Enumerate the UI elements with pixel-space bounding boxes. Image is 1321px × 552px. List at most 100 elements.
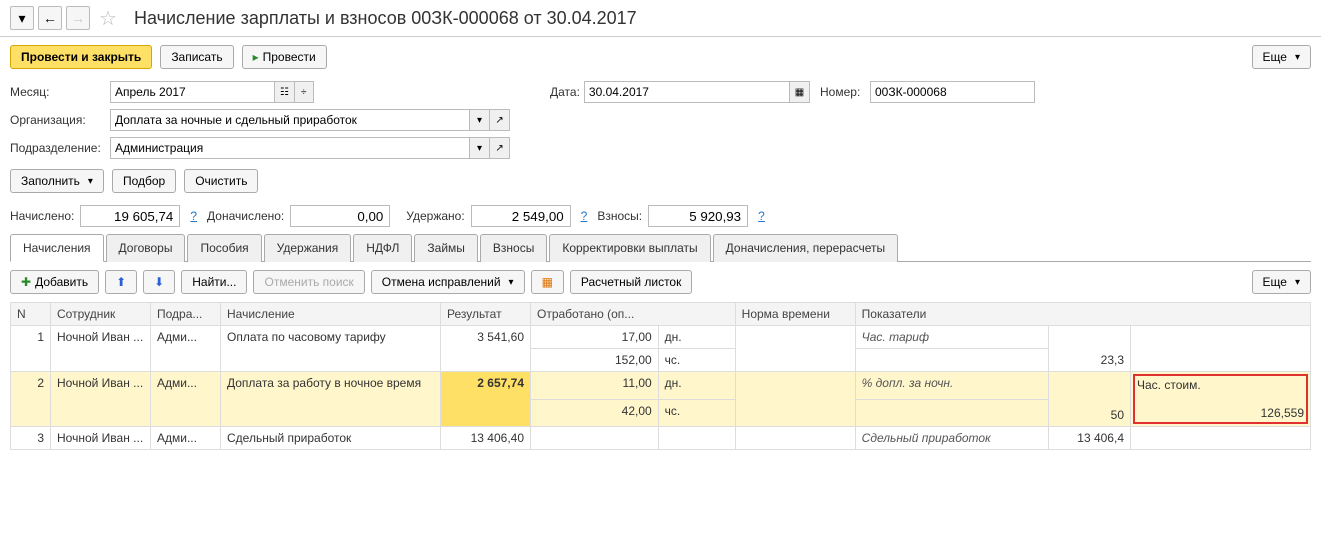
cell-norm xyxy=(735,372,855,427)
clear-button[interactable]: Очистить xyxy=(184,169,258,193)
col-worked[interactable]: Отработано (оп... xyxy=(531,303,736,326)
cell-accrual: Сдельный приработок xyxy=(221,427,441,450)
arrow-up-icon: ⬆ xyxy=(116,275,126,289)
col-n[interactable]: N xyxy=(11,303,51,326)
back-button[interactable]: ← xyxy=(38,6,62,30)
col-norm[interactable]: Норма времени xyxy=(735,303,855,326)
accruals-table: N Сотрудник Подра... Начисление Результа… xyxy=(10,302,1311,450)
more-button[interactable]: Еще xyxy=(1252,45,1311,69)
record-button[interactable]: Записать xyxy=(160,45,233,69)
tab-3[interactable]: Удержания xyxy=(264,234,352,262)
cell-accrual: Оплата по часовому тарифу xyxy=(221,326,441,372)
cell-indicator-value: 23,3 xyxy=(1049,326,1131,372)
cell-indicator-label: Час. тариф xyxy=(855,326,1049,349)
tab-6[interactable]: Взносы xyxy=(480,234,547,262)
subdiv-field[interactable] xyxy=(110,137,470,159)
cell-norm xyxy=(735,427,855,450)
tab-7[interactable]: Корректировки выплаты xyxy=(549,234,710,262)
sub-more-button[interactable]: Еще xyxy=(1252,270,1311,294)
cell-norm xyxy=(735,326,855,372)
number-label: Номер: xyxy=(810,85,870,99)
tab-4[interactable]: НДФЛ xyxy=(353,234,412,262)
org-field[interactable] xyxy=(110,109,470,131)
col-indicators[interactable]: Показатели xyxy=(855,303,1310,326)
cancel-fix-button[interactable]: Отмена исправлений xyxy=(371,270,525,294)
subdiv-open-icon[interactable]: ↗ xyxy=(490,137,510,159)
cell-subdiv: Адми... xyxy=(151,372,221,427)
contrib-label: Взносы: xyxy=(597,209,642,223)
post-button[interactable]: ▸ Провести xyxy=(242,45,327,69)
find-button[interactable]: Найти... xyxy=(181,270,247,294)
number-field[interactable] xyxy=(870,81,1035,103)
cell-worked-unit: дн. xyxy=(658,326,735,349)
cell-result: 13 406,40 xyxy=(441,427,531,450)
month-stepper-icon[interactable]: ÷ xyxy=(295,81,314,103)
fill-button[interactable]: Заполнить xyxy=(10,169,104,193)
cancel-find-button[interactable]: Отменить поиск xyxy=(253,270,364,294)
cell-extra-empty xyxy=(1131,326,1311,372)
cell-worked-unit: чс. xyxy=(658,349,735,372)
table-view-button[interactable]: ▦ xyxy=(531,270,564,294)
table-row[interactable]: 3Ночной Иван ...Адми...Сдельный приработ… xyxy=(11,427,1311,450)
extra-label: Час. стоим. xyxy=(1137,378,1304,392)
cell-worked-unit: чс. xyxy=(658,399,735,427)
date-field[interactable] xyxy=(584,81,790,103)
cell-extra: Час. стоим.126,559 xyxy=(1131,372,1311,427)
contrib-help-icon[interactable]: ? xyxy=(754,209,769,223)
tab-8[interactable]: Доначисления, перерасчеты xyxy=(713,234,898,262)
tab-5[interactable]: Займы xyxy=(414,234,478,262)
cell-worked-value xyxy=(531,427,659,450)
cell-result: 2 657,74 xyxy=(441,372,531,427)
withheld-value[interactable] xyxy=(471,205,571,227)
cell-subdiv: Адми... xyxy=(151,427,221,450)
org-dropdown-icon[interactable]: ▾ xyxy=(470,109,490,131)
move-up-button[interactable]: ⬆ xyxy=(105,270,137,294)
cell-worked-value: 11,00 xyxy=(531,372,659,400)
cell-worked-unit xyxy=(658,427,735,450)
cell-accrual: Доплата за работу в ночное время xyxy=(221,372,441,427)
col-employee[interactable]: Сотрудник xyxy=(51,303,151,326)
subdiv-dropdown-icon[interactable]: ▾ xyxy=(470,137,490,159)
dropdown-nav[interactable]: ▾ xyxy=(10,6,34,30)
cell-worked-unit: дн. xyxy=(658,372,735,400)
additional-label: Доначислено: xyxy=(207,209,284,223)
table-row[interactable]: 1Ночной Иван ...Адми...Оплата по часовом… xyxy=(11,326,1311,349)
accrued-label: Начислено: xyxy=(10,209,74,223)
cell-employee: Ночной Иван ... xyxy=(51,326,151,372)
arrow-down-icon: ⬇ xyxy=(154,275,164,289)
org-open-icon[interactable]: ↗ xyxy=(490,109,510,131)
add-button[interactable]: ✚ Добавить xyxy=(10,270,99,294)
cell-result: 3 541,60 xyxy=(441,326,531,372)
cell-worked-value: 17,00 xyxy=(531,326,659,349)
cell-subdiv: Адми... xyxy=(151,326,221,372)
table-row[interactable]: 2Ночной Иван ...Адми...Доплата за работу… xyxy=(11,372,1311,400)
payslip-button[interactable]: Расчетный листок xyxy=(570,270,692,294)
select-button[interactable]: Подбор xyxy=(112,169,176,193)
accrued-help-icon[interactable]: ? xyxy=(186,209,201,223)
month-field[interactable] xyxy=(110,81,275,103)
col-result[interactable]: Результат xyxy=(441,303,531,326)
cell-indicator-value: 50 xyxy=(1049,372,1131,427)
cell-extra-empty xyxy=(1131,427,1311,450)
move-down-button[interactable]: ⬇ xyxy=(143,270,175,294)
accrued-value[interactable] xyxy=(80,205,180,227)
month-label: Месяц: xyxy=(10,85,110,99)
post-and-close-button[interactable]: Провести и закрыть xyxy=(10,45,152,69)
tab-2[interactable]: Пособия xyxy=(187,234,261,262)
col-subdiv[interactable]: Подра... xyxy=(151,303,221,326)
withheld-help-icon[interactable]: ? xyxy=(577,209,592,223)
cell-indicator-label: % допл. за ночн. xyxy=(855,372,1049,400)
contrib-value[interactable] xyxy=(648,205,748,227)
tab-1[interactable]: Договоры xyxy=(106,234,186,262)
cell-indicator-value: 13 406,4 xyxy=(1049,427,1131,450)
additional-value[interactable] xyxy=(290,205,390,227)
calendar-icon[interactable]: ▦ xyxy=(790,81,810,103)
post-icon: ▸ xyxy=(253,50,259,64)
month-picker-icon[interactable]: ☷ xyxy=(275,81,295,103)
forward-button[interactable]: → xyxy=(66,6,90,30)
favorite-star-icon[interactable]: ☆ xyxy=(94,4,122,32)
col-accrual[interactable]: Начисление xyxy=(221,303,441,326)
tab-0[interactable]: Начисления xyxy=(10,234,104,262)
add-button-label: Добавить xyxy=(35,275,88,289)
page-title: Начисление зарплаты и взносов 00ЗК-00006… xyxy=(134,8,637,29)
